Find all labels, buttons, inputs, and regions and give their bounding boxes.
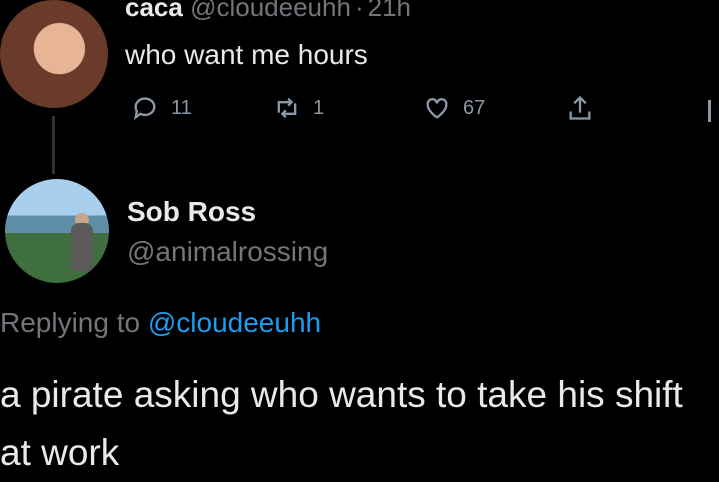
tweet-text: who want me hours bbox=[125, 39, 368, 70]
more-icon[interactable] bbox=[708, 100, 711, 122]
retweet-count: 1 bbox=[313, 96, 325, 119]
like-icon bbox=[426, 98, 448, 119]
replying-prefix: Replying to bbox=[0, 307, 141, 338]
like-count: 67 bbox=[463, 96, 486, 119]
reply-icon bbox=[133, 97, 156, 121]
thread-connector bbox=[52, 116, 55, 174]
replying-handle-link[interactable]: @cloudeeuhh bbox=[148, 307, 321, 338]
tweet-header: caca @cloudeeuhh · 21h bbox=[125, 0, 411, 23]
avatar-caca[interactable] bbox=[0, 0, 108, 108]
replying-to: Replying to @cloudeeuhh bbox=[0, 307, 321, 339]
retweet-button[interactable]: 1 bbox=[273, 94, 324, 122]
share-icon bbox=[569, 95, 591, 120]
like-button[interactable]: 67 bbox=[423, 94, 485, 122]
reply-count: 11 bbox=[171, 96, 192, 119]
reply-author-handle[interactable]: @animalrossing bbox=[127, 236, 328, 268]
reply-author-name[interactable]: Sob Ross bbox=[127, 196, 256, 228]
author-name[interactable]: caca bbox=[125, 0, 183, 22]
share-button[interactable] bbox=[566, 94, 594, 122]
retweet-icon bbox=[277, 97, 297, 119]
separator-dot: · bbox=[354, 0, 364, 22]
reply-text: a pirate asking who wants to take his sh… bbox=[0, 374, 683, 473]
avatar-sob-ross[interactable] bbox=[5, 179, 109, 283]
reply-button[interactable]: 11 bbox=[131, 94, 192, 122]
tweet-time[interactable]: 21h bbox=[368, 0, 411, 22]
avatar-person-body bbox=[71, 223, 93, 271]
author-handle[interactable]: @cloudeeuhh bbox=[190, 0, 351, 22]
